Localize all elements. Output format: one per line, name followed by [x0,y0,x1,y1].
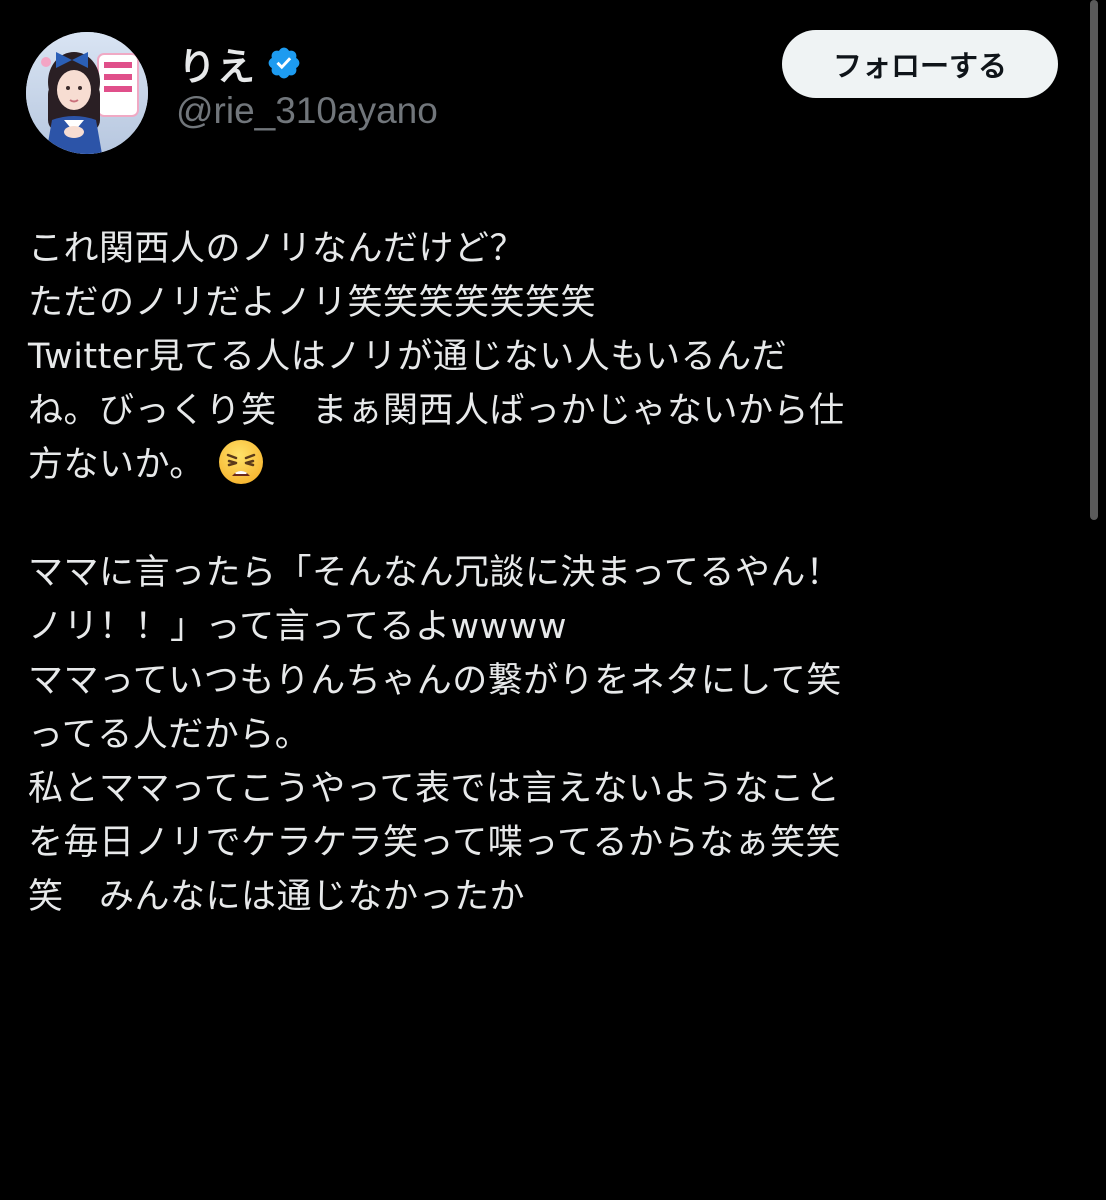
tweet-line: ただのノリだよノリ笑笑笑笑笑笑笑 [28,283,597,323]
avatar[interactable] [26,32,148,154]
tweet-line: ね。びっくり笑 まぁ関西人ばっかじゃないから仕 [28,391,845,431]
display-name[interactable]: りえ [178,36,256,91]
tweet-line: を毎日ノリでケラケラ笑って喋ってるからなぁ笑笑 [28,823,842,863]
scrollbar[interactable] [1090,0,1098,520]
display-name-row: りえ [178,36,302,91]
profile-photo-icon [26,32,148,154]
tweet-line: ママっていつもりんちゃんの繋がりをネタにして笑 [28,661,842,701]
tweet-line: 笑 みんなには通じなかったか [28,877,526,917]
user-handle[interactable]: @rie_310ayano [176,90,438,132]
tweet-text: これ関西人のノリなんだけど？ ただのノリだよノリ笑笑笑笑笑笑笑 Twitter見… [28,222,1078,924]
verified-badge-icon [266,45,302,81]
tweet-line: ってる人だから。 [28,715,311,755]
tweet-line: これ関西人のノリなんだけど？ [28,229,526,269]
follow-button[interactable]: フォローする [782,30,1058,98]
tweet-line: 私とママってこうやって表では言えないようなこと [28,769,841,809]
tweet-line: Twitter見てる人はノリが通じない人もいるんだ [28,337,788,377]
tweet-line-with-emoji: 方ないか。 [28,438,1078,492]
tweet-header: りえ @rie_310ayano フォローする [0,0,1106,160]
tweet-line: ママに言ったら「そんなん冗談に決まってるやん！ [28,553,842,593]
weary-face-emoji-icon [217,438,265,486]
tweet-line-text: 方ないか。 [28,445,205,485]
tweet-line: ノリ！！」って言ってるよwwww [28,607,568,647]
